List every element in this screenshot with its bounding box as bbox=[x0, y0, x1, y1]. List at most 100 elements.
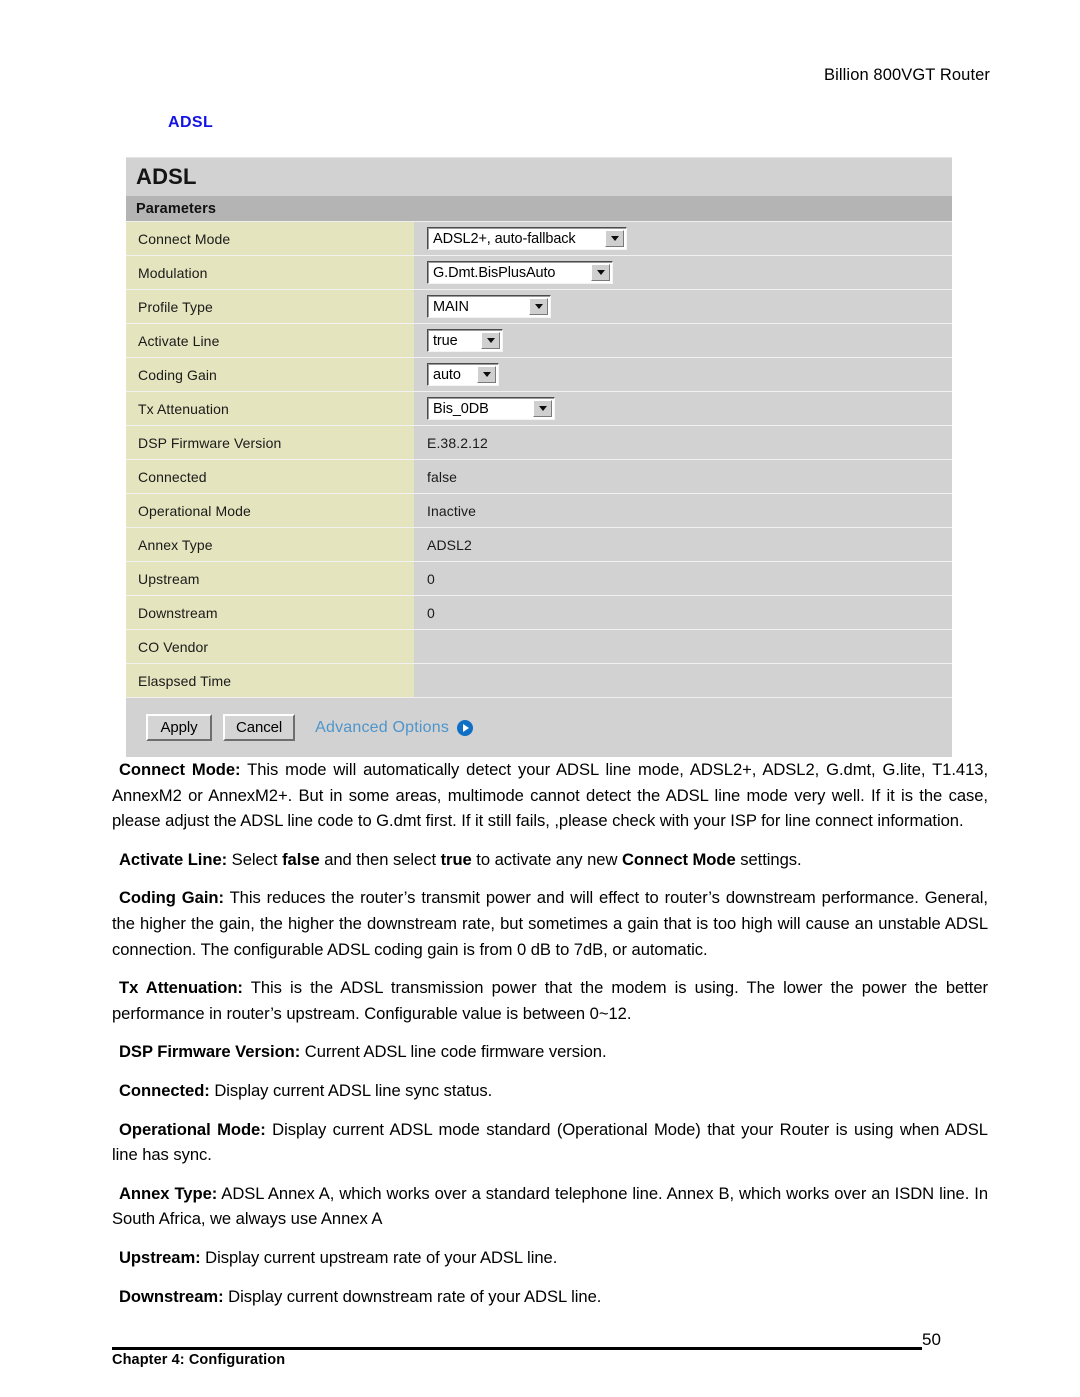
chevron-down-icon[interactable] bbox=[481, 332, 500, 349]
term-label: Annex Type: bbox=[119, 1183, 218, 1203]
term-label: Coding Gain: bbox=[119, 888, 224, 908]
paragraph-text: ADSL Annex A, which works over a standar… bbox=[112, 1183, 989, 1229]
parameter-value-cell: MAIN bbox=[415, 290, 952, 323]
select-value: MAIN bbox=[433, 298, 469, 315]
parameter-label: Downstream bbox=[138, 604, 218, 621]
term-label: Activate Line: bbox=[119, 849, 228, 869]
term-label: Connected: bbox=[119, 1080, 210, 1100]
term-label: Connect Mode: bbox=[119, 760, 241, 779]
panel-parameters-label: Parameters bbox=[136, 200, 216, 217]
paragraph-text: This mode will automatically detect your… bbox=[112, 760, 989, 831]
select-profile-type[interactable]: MAIN bbox=[427, 295, 551, 318]
parameter-label: Tx Attenuation bbox=[138, 400, 229, 417]
parameter-value-cell: E.38.2.12 bbox=[415, 426, 952, 459]
running-header: Billion 800VGT Router bbox=[824, 66, 990, 84]
parameters-table: Connect Mode ADSL2+, auto-fallback Modulat… bbox=[126, 222, 952, 697]
term-label: Upstream: bbox=[119, 1247, 201, 1267]
parameter-label: Annex Type bbox=[138, 536, 213, 553]
panel-title-bar: ADSL bbox=[126, 158, 952, 196]
select-connect-mode[interactable]: ADSL2+, auto-fallback bbox=[427, 227, 627, 250]
table-row: CO Vendor bbox=[126, 630, 952, 664]
parameter-label: DSP Firmware Version bbox=[138, 434, 282, 451]
select-value: ADSL2+, auto-fallback bbox=[433, 230, 576, 247]
table-row: Downstream 0 bbox=[126, 596, 952, 630]
select-value: auto bbox=[433, 366, 461, 383]
parameter-value: ADSL2 bbox=[427, 536, 472, 553]
parameter-label-cell: Downstream bbox=[126, 596, 415, 629]
parameter-label: Modulation bbox=[138, 264, 208, 281]
advanced-options-link[interactable]: Advanced Options bbox=[315, 719, 474, 737]
paragraph: Upstream: Display current upstream rate … bbox=[112, 1245, 988, 1271]
parameter-label-cell: Activate Line bbox=[126, 324, 415, 357]
parameter-label-cell: Tx Attenuation bbox=[126, 392, 415, 425]
paragraph: Annex Type: ADSL Annex A, which works ov… bbox=[112, 1181, 988, 1232]
term-label: false bbox=[282, 849, 320, 869]
select-coding-gain[interactable]: auto bbox=[427, 363, 499, 386]
parameter-label-cell: Coding Gain bbox=[126, 358, 415, 391]
paragraph-text: Display current downstream rate of your … bbox=[223, 1286, 602, 1306]
parameter-value-cell: true bbox=[415, 324, 952, 357]
table-row: Tx Attenuation Bis_0DB bbox=[126, 392, 952, 426]
parameter-label: Operational Mode bbox=[138, 502, 251, 519]
adsl-config-panel: ADSL Parameters Connect Mode ADSL2+, auto… bbox=[126, 157, 952, 757]
term-label: DSP Firmware Version: bbox=[119, 1042, 301, 1062]
parameter-label-cell: Elaspsed Time bbox=[126, 664, 415, 697]
parameter-label: Profile Type bbox=[138, 298, 213, 315]
select-activate-line[interactable]: true bbox=[427, 329, 503, 352]
footer-chapter: Chapter 4: Configuration bbox=[112, 1352, 286, 1368]
parameter-value: 0 bbox=[427, 604, 435, 621]
chevron-down-icon[interactable] bbox=[477, 366, 496, 383]
paragraph-text: Current ADSL line code firmware version. bbox=[300, 1042, 607, 1062]
table-row: Connect Mode ADSL2+, auto-fallback bbox=[126, 222, 952, 256]
paragraph-text: Display current ADSL line sync status. bbox=[209, 1080, 493, 1100]
panel-parameters-bar: Parameters bbox=[126, 196, 952, 222]
table-row: Coding Gain auto bbox=[126, 358, 952, 392]
parameter-label: Upstream bbox=[138, 570, 200, 587]
apply-button[interactable]: Apply bbox=[146, 714, 212, 741]
parameter-label-cell: CO Vendor bbox=[126, 630, 415, 663]
footer-divider bbox=[112, 1347, 922, 1350]
select-tx-attenuation[interactable]: Bis_0DB bbox=[427, 397, 555, 420]
paragraph: Tx Attenuation: This is the ADSL transmi… bbox=[112, 975, 988, 1026]
arrow-right-circle-icon bbox=[457, 719, 474, 736]
parameter-label-cell: Annex Type bbox=[126, 528, 415, 561]
parameter-label: Elaspsed Time bbox=[138, 672, 232, 689]
parameter-value-cell: Bis_0DB bbox=[415, 392, 952, 425]
paragraph-text: settings. bbox=[735, 849, 802, 869]
term-label: Connect Mode bbox=[621, 849, 736, 869]
chevron-down-icon[interactable] bbox=[605, 230, 624, 247]
parameter-label: CO Vendor bbox=[138, 638, 209, 655]
section-heading: ADSL bbox=[168, 114, 214, 131]
paragraph-text: This is the ADSL transmission power that… bbox=[112, 978, 988, 1023]
footer-page-number: 50 bbox=[922, 1330, 941, 1349]
select-value: Bis_0DB bbox=[433, 400, 489, 417]
select-value: true bbox=[433, 332, 458, 349]
chevron-down-icon[interactable] bbox=[529, 298, 548, 315]
select-modulation[interactable]: G.Dmt.BisPlusAuto bbox=[427, 261, 613, 284]
parameter-label-cell: Upstream bbox=[126, 562, 415, 595]
parameter-value: 0 bbox=[427, 570, 435, 587]
chevron-down-icon[interactable] bbox=[591, 264, 610, 281]
parameter-value-cell: ADSL2+, auto-fallback bbox=[415, 222, 952, 255]
parameter-value: false bbox=[427, 468, 458, 485]
table-row: Activate Line true bbox=[126, 324, 952, 358]
document-page: Billion 800VGT Router ADSL ADSL Paramete… bbox=[0, 0, 1080, 1397]
table-row: Connected false bbox=[126, 460, 952, 494]
parameter-value-cell: 0 bbox=[415, 596, 952, 629]
cancel-button[interactable]: Cancel bbox=[223, 714, 296, 741]
parameter-label-cell: DSP Firmware Version bbox=[126, 426, 415, 459]
term-label: true bbox=[440, 849, 472, 869]
chevron-down-icon[interactable] bbox=[533, 400, 552, 417]
table-row: Upstream 0 bbox=[126, 562, 952, 596]
parameter-value-cell: false bbox=[415, 460, 952, 493]
paragraph: Downstream: Display current downstream r… bbox=[112, 1284, 988, 1310]
table-row: Profile Type MAIN bbox=[126, 290, 952, 324]
parameter-label-cell: Modulation bbox=[126, 256, 415, 289]
term-label: Tx Attenuation: bbox=[119, 978, 243, 998]
paragraph: Coding Gain: This reduces the router’s t… bbox=[112, 885, 988, 962]
table-row: DSP Firmware Version E.38.2.12 bbox=[126, 426, 952, 460]
paragraph-text: to activate any new bbox=[471, 849, 622, 869]
parameter-value: Inactive bbox=[427, 502, 477, 519]
parameter-label-cell: Connect Mode bbox=[126, 222, 415, 255]
panel-title-text: ADSL bbox=[136, 164, 197, 189]
